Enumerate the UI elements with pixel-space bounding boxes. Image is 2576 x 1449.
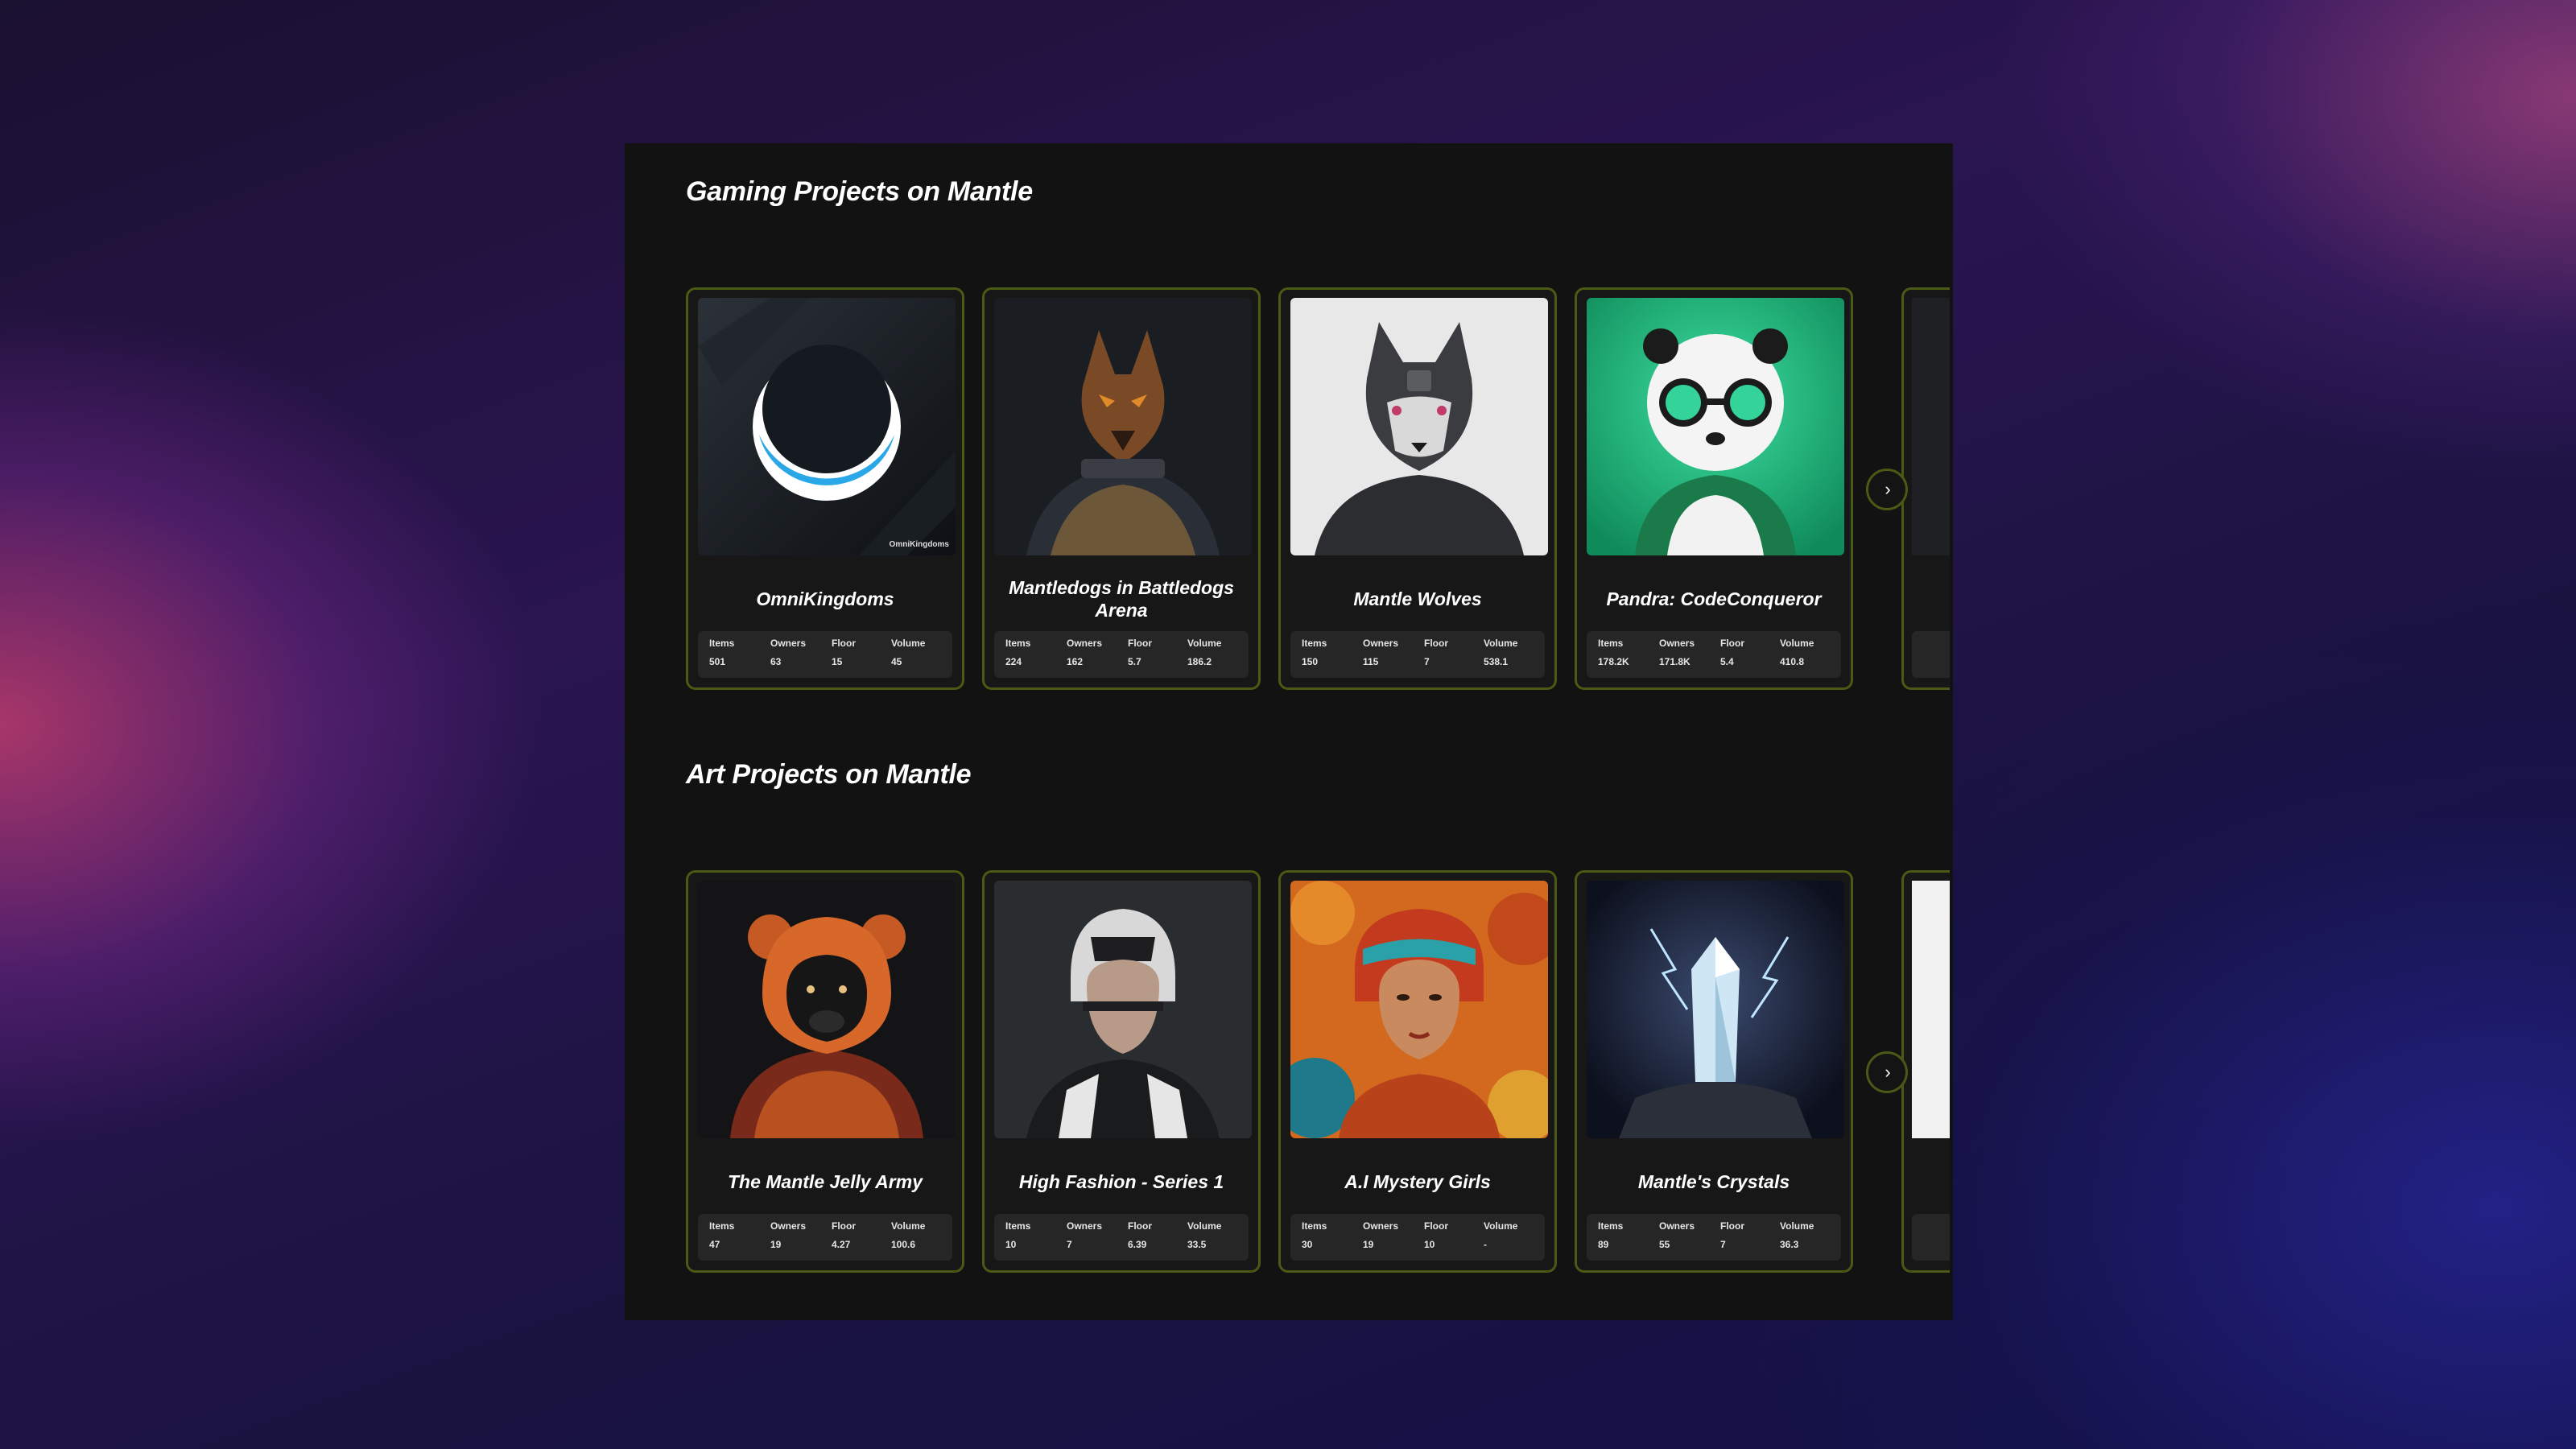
carousel-next-button[interactable]: › [1866,469,1908,510]
project-image [994,881,1252,1138]
project-name: Mantledogs in Battledogs Arena [1009,577,1234,621]
stat-volume: Volume 100.6 [891,1220,926,1250]
stat-owners: Owners 162 [1067,638,1103,667]
project-name: Mantle's Crystals [1637,1171,1790,1192]
project-image [1290,881,1548,1138]
project-stats: Items 224 Owners 162 Floor 5.7 Volume 186.2 [994,631,1249,678]
stat-volume: Volume 36.3 [1780,1220,1814,1250]
projects-panel: Gaming Projects on Mantle OmniKingdoms O… [625,143,1953,1320]
project-logo-text: OmniKingdoms [889,540,949,549]
project-stats: Items 10 Owners 7 Floor 6.39 Volume 33.5 [994,1214,1249,1261]
stat-owners: Owners 55 [1659,1220,1695,1250]
stat-items: Items 178.2K [1598,638,1629,667]
stat-items: Items 30 [1302,1220,1327,1250]
project-image [994,298,1252,555]
stat-floor: Floor 6.39 [1128,1220,1152,1250]
project-card[interactable]: The Mantle Jelly Army Items 47 Owners 19 F… [686,870,964,1273]
partial-card[interactable] [1901,870,1950,1273]
partial-card[interactable] [1901,287,1950,690]
project-card[interactable]: Mantle's Crystals Items 89 Owners 55 Floor… [1575,870,1853,1273]
project-name: The Mantle Jelly Army [727,1171,923,1192]
stat-floor: Floor 7 [1424,638,1448,667]
project-card[interactable]: A.I Mystery Girls Items 30 Owners 19 Floor… [1278,870,1557,1273]
stat-owners: Owners 7 [1067,1220,1103,1250]
project-stats: Items 89 Owners 55 Floor 7 Volume 36.3 [1587,1214,1841,1261]
carousel-row: The Mantle Jelly Army Items 47 Owners 19 F… [686,870,1953,1273]
art-section: Art Projects on Mantle The Mantle Jelly … [686,755,1953,1273]
section-title: Gaming Projects on Mantle [686,176,1033,207]
stat-items: Items 47 [709,1220,735,1250]
stat-items: Items 501 [709,638,735,667]
stat-volume: Volume 33.5 [1187,1220,1222,1250]
stat-floor: Floor 7 [1720,1220,1744,1250]
stat-floor: Floor 5.7 [1128,638,1152,667]
stat-owners: Owners 19 [770,1220,807,1250]
stat-floor: Floor 15 [832,638,856,667]
stat-items: Items 89 [1598,1220,1624,1250]
project-stats: Items 47 Owners 19 Floor 4.27 Volume 100.6 [698,1214,952,1261]
stat-volume: Volume 410.8 [1780,638,1814,667]
project-image [1587,881,1844,1138]
carousel-row: OmniKingdoms OmniKingdoms Items 501 Owner… [686,287,1953,690]
project-name: Mantle Wolves [1353,588,1482,609]
stat-volume: Volume 538.1 [1484,638,1518,667]
carousel-next-button[interactable]: › [1866,1051,1908,1093]
stat-volume: Volume - [1484,1220,1518,1250]
stat-items: Items 150 [1302,638,1327,667]
stat-owners: Owners 19 [1363,1220,1399,1250]
stat-volume: Volume 45 [891,638,926,667]
project-stats: Items 30 Owners 19 Floor 10 Volume - [1290,1214,1545,1261]
gaming-section: Gaming Projects on Mantle OmniKingdoms O… [686,172,1953,690]
stat-owners: Owners 171.8K [1659,638,1695,667]
stat-floor: Floor 10 [1424,1220,1448,1250]
project-name: Pandra: CodeConqueror [1606,588,1822,609]
project-image [1290,298,1548,555]
project-card[interactable]: High Fashion - Series 1 Items 10 Owners 7 … [982,870,1261,1273]
project-stats: Items 150 Owners 115 Floor 7 Volume 538.1 [1290,631,1545,678]
project-image [1587,298,1844,555]
stat-owners: Owners 115 [1363,638,1399,667]
project-name: OmniKingdoms [756,588,894,609]
stat-volume: Volume 186.2 [1187,638,1222,667]
stat-items: Items 224 [1005,638,1031,667]
chevron-right-icon: › [1885,1062,1891,1082]
project-image: OmniKingdoms [698,298,956,555]
stat-floor: Floor 5.4 [1720,638,1744,667]
project-stats: Items 501 Owners 63 Floor 15 Volume 45 [698,631,952,678]
stat-items: Items 10 [1005,1220,1031,1250]
project-name: High Fashion - Series 1 [1018,1171,1224,1192]
project-name: A.I Mystery Girls [1344,1171,1491,1192]
stat-owners: Owners 63 [770,638,807,667]
stat-floor: Floor 4.27 [832,1220,856,1250]
project-card[interactable]: Pandra: CodeConqueror Items 178.2K Owners… [1575,287,1853,690]
project-card[interactable]: OmniKingdoms OmniKingdoms Items 501 Owner… [686,287,964,690]
project-stats: Items 178.2K Owners 171.8K Floor 5.4 Volume… [1587,631,1841,678]
project-image [698,881,956,1138]
section-title: Art Projects on Mantle [686,759,972,790]
chevron-right-icon: › [1885,479,1891,499]
project-card[interactable]: Mantledogs in Battledogs Arena Items 224 … [982,287,1261,690]
project-card[interactable]: Mantle Wolves Items 150 Owners 115 Floor 7 … [1278,287,1557,690]
